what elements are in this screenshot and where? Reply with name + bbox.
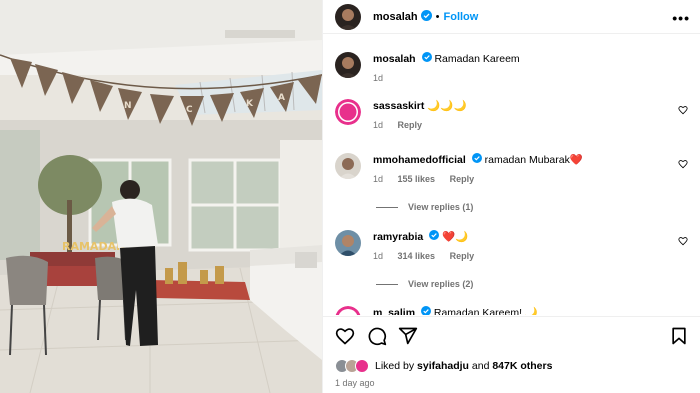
comment-time: 1d xyxy=(373,174,384,185)
follow-button[interactable]: Follow xyxy=(444,11,479,23)
comment-heart-icon[interactable] xyxy=(678,236,688,246)
bookmark-icon[interactable] xyxy=(670,326,688,349)
comment-username[interactable]: ramyrabia xyxy=(373,231,423,243)
comment-likes[interactable]: 155 likes xyxy=(398,174,436,184)
heart-icon[interactable] xyxy=(335,326,355,349)
view-replies-button[interactable]: View replies (1) xyxy=(376,202,473,212)
avatar[interactable] xyxy=(335,52,361,78)
reply-button[interactable]: Reply xyxy=(450,174,475,184)
verified-icon xyxy=(429,230,440,244)
avatar[interactable] xyxy=(335,230,361,256)
comment-text: ❤️🌙 xyxy=(442,231,469,243)
likes-text: Liked by syifahadju and 847K others xyxy=(375,360,552,372)
comment-icon[interactable] xyxy=(367,326,387,349)
post-time: 1 day ago xyxy=(335,378,375,388)
caption-text: Ramadan Kareem xyxy=(434,53,520,65)
comment-time: 1d xyxy=(373,251,384,262)
avatar[interactable] xyxy=(335,99,361,125)
comment-username[interactable]: mmohamedofficial xyxy=(373,154,466,166)
ramadan-sign: RAMADAN xyxy=(62,240,125,253)
comments-list[interactable]: mosalah Ramadan Kareem 1d sassaskirt 🌙🌙🌙… xyxy=(323,35,700,315)
separator-dot: • xyxy=(435,10,440,23)
post-photo: N C K A RAMADAN xyxy=(0,0,322,393)
bunting-letter: N xyxy=(124,101,132,111)
view-replies-button[interactable]: View replies (2) xyxy=(376,279,473,289)
post-detail-panel: mosalah • Follow ••• mosalah Ramadan Kar… xyxy=(322,0,700,393)
reply-button[interactable]: Reply xyxy=(398,120,423,130)
post-header: mosalah • Follow ••• xyxy=(323,0,700,34)
liked-by-user[interactable]: syifahadju xyxy=(417,360,469,372)
verified-icon xyxy=(420,306,431,315)
comment-text: ramadan Mubarak❤️ xyxy=(484,154,583,166)
reply-button[interactable]: Reply xyxy=(450,251,475,261)
action-bar: Liked by syifahadju and 847K others 1 da… xyxy=(323,316,700,393)
caption-time: 1d xyxy=(373,73,384,84)
comment-time: 1d xyxy=(373,120,384,130)
comment-username[interactable]: sassaskirt xyxy=(373,100,424,112)
verified-icon xyxy=(420,9,432,24)
post-username[interactable]: mosalah xyxy=(373,11,418,23)
bunting-letter: A xyxy=(278,93,285,103)
verified-icon xyxy=(421,52,432,66)
likes-and: and xyxy=(471,360,490,372)
comment-text: 🌙🌙🌙 xyxy=(427,100,467,112)
avatar[interactable] xyxy=(335,306,361,315)
comment-heart-icon[interactable] xyxy=(678,105,688,115)
more-icon[interactable]: ••• xyxy=(672,10,690,26)
avatar[interactable] xyxy=(335,153,361,179)
comment-heart-icon[interactable] xyxy=(678,159,688,169)
likes-prefix: Liked by xyxy=(375,360,415,372)
likes-count[interactable]: 847K others xyxy=(492,360,552,372)
comment-text: Ramadan Kareem! 🌙 xyxy=(433,307,538,315)
bunting-letter: C xyxy=(186,105,193,115)
caption-username[interactable]: mosalah xyxy=(373,53,416,65)
comment-username[interactable]: m_salim xyxy=(373,307,415,315)
comment-likes[interactable]: 314 likes xyxy=(398,251,436,261)
avatar xyxy=(355,359,369,373)
verified-icon xyxy=(471,153,482,167)
avatar[interactable] xyxy=(335,3,361,30)
share-icon[interactable] xyxy=(398,326,418,349)
likes-summary: Liked by syifahadju and 847K others xyxy=(335,357,688,375)
bunting-letter: K xyxy=(246,99,254,109)
